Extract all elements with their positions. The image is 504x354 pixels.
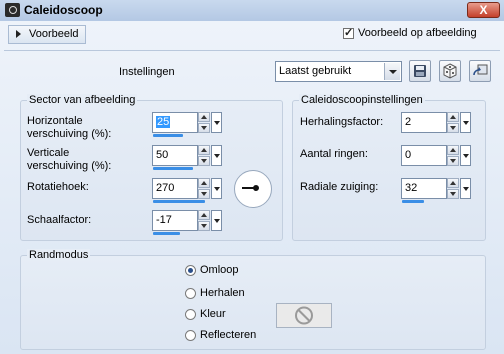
vertical-offset-stepper[interactable]: 50: [152, 145, 222, 170]
edge-option-wrap-radio[interactable]: [185, 265, 196, 276]
rotation-dial[interactable]: [234, 170, 272, 208]
spin-up-icon: [198, 145, 210, 155]
scale-input[interactable]: -17: [152, 210, 198, 231]
horizontal-offset-input[interactable]: 25: [152, 112, 198, 133]
settings-label: Instellingen: [119, 66, 175, 78]
ring-count-input[interactable]: 0: [401, 145, 447, 166]
repeat-factor-stepper[interactable]: 2: [401, 112, 471, 133]
dial-needle-icon: [242, 185, 259, 191]
chevron-down-icon[interactable]: [460, 145, 471, 166]
edge-option-reflect-radio[interactable]: [185, 330, 196, 341]
edge-option-repeat-radio[interactable]: [185, 288, 196, 299]
chevron-down-icon[interactable]: [211, 210, 222, 231]
horizontal-offset-label: Horizontale verschuiving (%):: [27, 115, 112, 140]
rotation-label: Rotatiehoek:: [27, 181, 89, 193]
save-preset-button[interactable]: [409, 60, 431, 82]
radial-suction-slider[interactable]: [402, 200, 424, 203]
spin-up-icon: [198, 178, 210, 188]
edge-color-swatch[interactable]: [276, 303, 332, 328]
repeat-factor-input[interactable]: 2: [401, 112, 447, 133]
vertical-offset-label: Verticale verschuiving (%):: [27, 147, 112, 172]
sector-group-title: Sector van afbeelding: [27, 94, 138, 106]
divider: [4, 50, 500, 51]
spin-down-icon: [198, 189, 210, 199]
chevron-down-icon[interactable]: [460, 178, 471, 199]
rotation-input[interactable]: 270: [152, 178, 198, 199]
edge-option-repeat-label: Herhalen: [200, 287, 245, 299]
radial-suction-input[interactable]: 32: [401, 178, 447, 199]
horizontal-offset-stepper[interactable]: 25: [152, 112, 222, 137]
spin-down-icon: [198, 123, 210, 133]
radial-suction-label: Radiale zuiging:: [300, 181, 379, 193]
spin-up-icon: [447, 145, 459, 155]
ring-count-label: Aantal ringen:: [300, 148, 368, 160]
spin-down-icon: [447, 156, 459, 166]
spin-down-icon: [198, 156, 210, 166]
ring-count-stepper[interactable]: 0: [401, 145, 471, 166]
edge-option-wrap-label: Omloop: [200, 264, 239, 276]
spin-down-icon: [447, 189, 459, 199]
preview-on-image-label: Voorbeeld op afbeelding: [358, 27, 477, 39]
chevron-down-icon[interactable]: [211, 112, 222, 133]
chevron-down-icon[interactable]: [211, 145, 222, 166]
title-bar: Caleidoscoop X: [0, 0, 504, 22]
scale-label: Schaalfactor:: [27, 214, 92, 226]
close-button[interactable]: X: [467, 2, 500, 18]
chevron-down-icon[interactable]: [460, 112, 471, 133]
floppy-disk-icon: [414, 65, 426, 77]
preview-toggle-button[interactable]: Voorbeeld: [8, 25, 86, 44]
edge-option-color-label: Kleur: [200, 308, 226, 320]
spin-up-icon: [447, 112, 459, 122]
radial-suction-stepper[interactable]: 32: [401, 178, 471, 203]
spin-up-icon: [198, 210, 210, 220]
rotation-slider[interactable]: [153, 200, 205, 203]
camera-icon: [5, 3, 20, 17]
preset-select-value: Laatst gebruikt: [279, 65, 352, 77]
repeat-factor-label: Herhalingsfactor:: [300, 116, 384, 128]
kaleidoscope-group-title: Caleidoscoopinstellingen: [299, 94, 425, 106]
reset-icon: [473, 64, 488, 76]
edge-option-color-radio[interactable]: [185, 309, 196, 320]
vertical-offset-slider[interactable]: [153, 167, 193, 170]
scale-stepper[interactable]: -17: [152, 210, 222, 235]
rotation-stepper[interactable]: 270: [152, 178, 222, 203]
dice-icon: [443, 63, 457, 79]
window-title: Caleidoscoop: [24, 3, 103, 17]
edge-option-reflect-label: Reflecteren: [200, 329, 257, 341]
triangle-right-icon: [16, 30, 21, 38]
vertical-offset-input[interactable]: 50: [152, 145, 198, 166]
edge-mode-group-title: Randmodus: [27, 249, 91, 261]
no-entry-icon: [295, 306, 313, 325]
spin-down-icon: [447, 123, 459, 133]
preview-toggle-label: Voorbeeld: [29, 28, 79, 40]
reset-button[interactable]: [469, 60, 491, 82]
horizontal-offset-slider[interactable]: [153, 134, 183, 137]
spin-up-icon: [198, 112, 210, 122]
spin-up-icon: [447, 178, 459, 188]
preview-on-image-checkbox[interactable]: [343, 26, 354, 39]
chevron-down-icon[interactable]: [211, 178, 222, 199]
chevron-down-icon[interactable]: [384, 63, 400, 80]
scale-slider[interactable]: [153, 232, 180, 235]
spin-down-icon: [198, 221, 210, 231]
random-button[interactable]: [439, 60, 461, 82]
preset-select[interactable]: Laatst gebruikt: [275, 61, 402, 82]
